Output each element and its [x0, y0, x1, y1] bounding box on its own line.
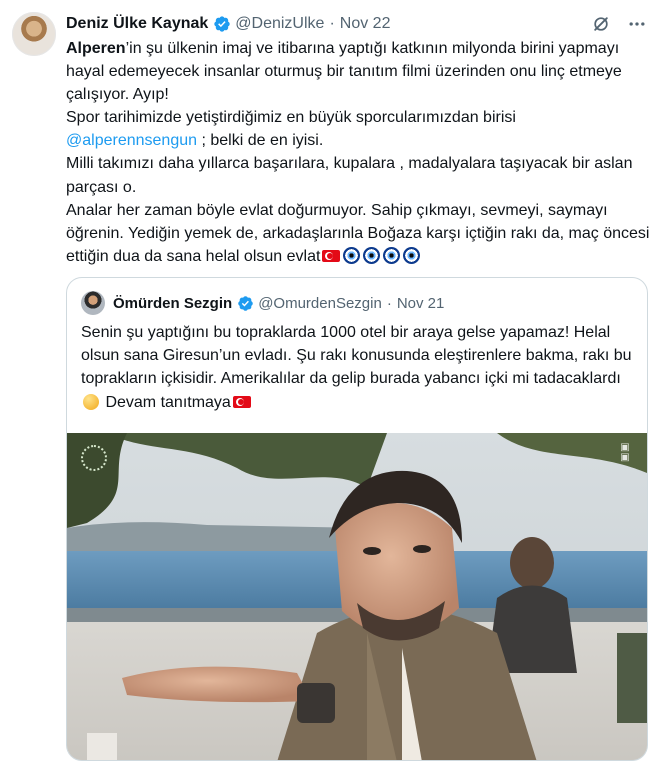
quoted-text-part1: Senin şu yaptığını bu topraklarda 1000 o… [81, 324, 636, 388]
verified-badge-icon [213, 15, 231, 33]
evil-eye-icon [343, 246, 361, 264]
quoted-header: Ömürden Sezgin @OmurdenSezgin · Nov 21 [81, 291, 445, 315]
quoted-author-handle[interactable]: @OmurdenSezgin [258, 295, 382, 312]
tweet-header: Deniz Ülke Kaynak @DenizUlke · Nov 22 [66, 13, 648, 35]
verified-badge-icon [237, 295, 254, 312]
tweet[interactable]: Deniz Ülke Kaynak @DenizUlke · Nov 22 Al… [0, 0, 660, 761]
watermark-brand-icon: ▣ ▣ [620, 442, 630, 463]
evil-eye-icon [383, 246, 401, 264]
author-avatar[interactable] [12, 12, 56, 56]
tweet-date[interactable]: Nov 22 [340, 15, 391, 33]
header-actions [590, 13, 648, 35]
evil-eye-icon [363, 246, 381, 264]
body-text-part1: ’in şu ülkenin imaj ve itibarına yaptığı… [66, 40, 622, 127]
quoted-media-image[interactable]: ▣ ▣ [67, 433, 647, 760]
tweet-body: Alperen’in şu ülkenin imaj ve itibarına … [66, 37, 651, 268]
media-photo [67, 433, 647, 760]
mention-link[interactable]: @alperennsengun [66, 132, 197, 149]
evil-eye-icon [403, 246, 421, 264]
turkey-flag-icon [232, 395, 251, 408]
smiling-face-icon [83, 393, 99, 410]
quoted-tweet[interactable]: Ömürden Sezgin @OmurdenSezgin · Nov 21 S… [66, 277, 648, 761]
more-horizontal-icon[interactable] [626, 13, 648, 35]
body-bold-word: Alperen [66, 40, 126, 57]
quoted-separator: · [386, 294, 392, 312]
quoted-author-name[interactable]: Ömürden Sezgin [113, 295, 232, 312]
watermark-logo-icon [81, 445, 107, 471]
header-separator: · [329, 15, 335, 32]
body-text-part2: ; belki de en iyisi. Milli takımızı daha… [66, 132, 650, 265]
quoted-text-part2: Devam tanıtmaya [101, 393, 231, 411]
author-handle[interactable]: @DenizUlke [235, 15, 324, 33]
author-name[interactable]: Deniz Ülke Kaynak [66, 15, 208, 33]
quoted-date[interactable]: Nov 21 [397, 295, 445, 312]
turkey-flag-icon [322, 249, 341, 262]
quoted-text: Senin şu yaptığını bu topraklarda 1000 o… [81, 321, 633, 414]
grok-slash-icon[interactable] [590, 13, 612, 35]
quoted-avatar[interactable] [81, 291, 105, 315]
